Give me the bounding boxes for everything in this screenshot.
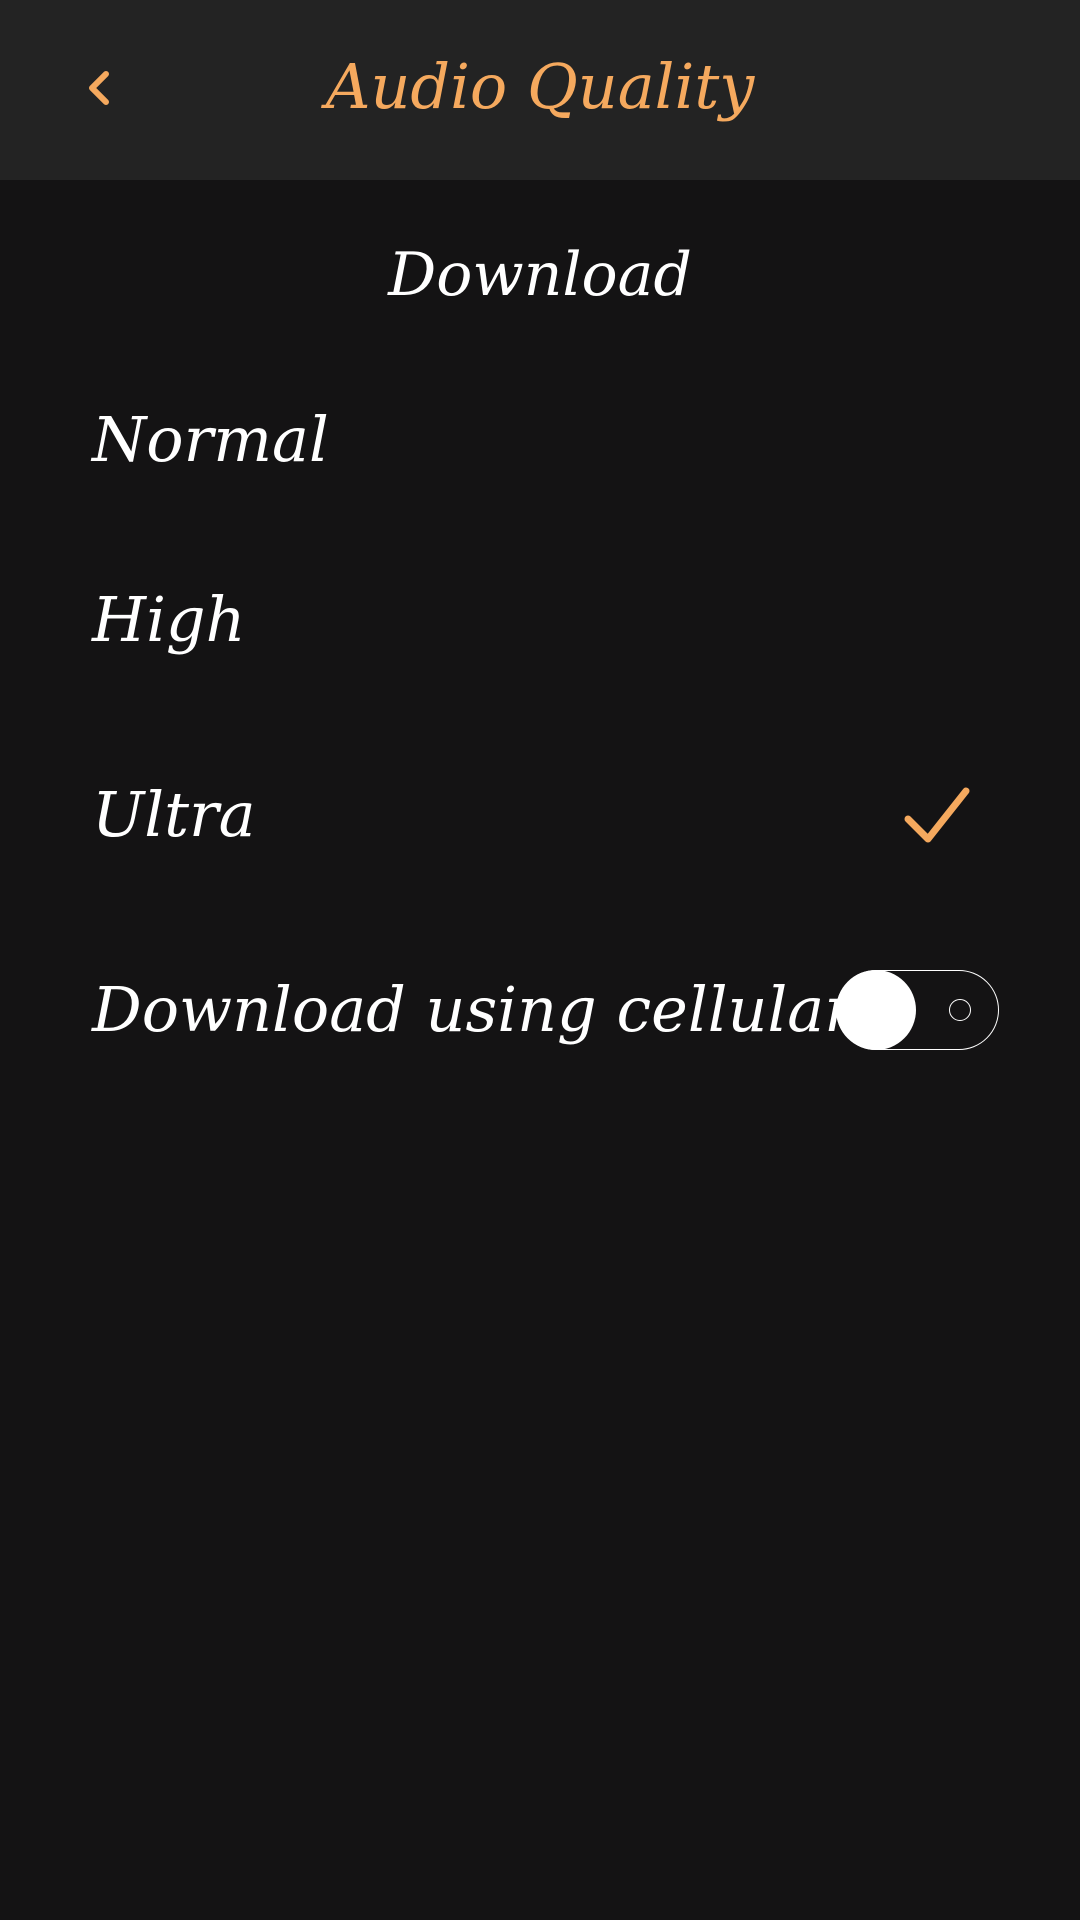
option-label: High [92, 583, 246, 656]
section-title: Download [388, 240, 692, 310]
quality-option-high[interactable]: High [0, 545, 1080, 695]
app-header: Audio Quality [0, 0, 1080, 180]
quality-option-normal[interactable]: Normal [0, 365, 1080, 515]
toggle-off-indicator-icon [949, 999, 971, 1021]
cellular-download-label: Download using cellular [92, 973, 854, 1046]
option-label: Ultra [92, 778, 256, 851]
quality-option-ultra[interactable]: Ultra [0, 740, 1080, 890]
toggle-knob [836, 970, 916, 1050]
checkmark-icon [904, 787, 970, 843]
option-label: Normal [92, 403, 329, 476]
page-title: Audio Quality [325, 50, 755, 123]
cellular-download-row: Download using cellular [0, 935, 1080, 1085]
cellular-download-toggle[interactable] [836, 970, 999, 1050]
